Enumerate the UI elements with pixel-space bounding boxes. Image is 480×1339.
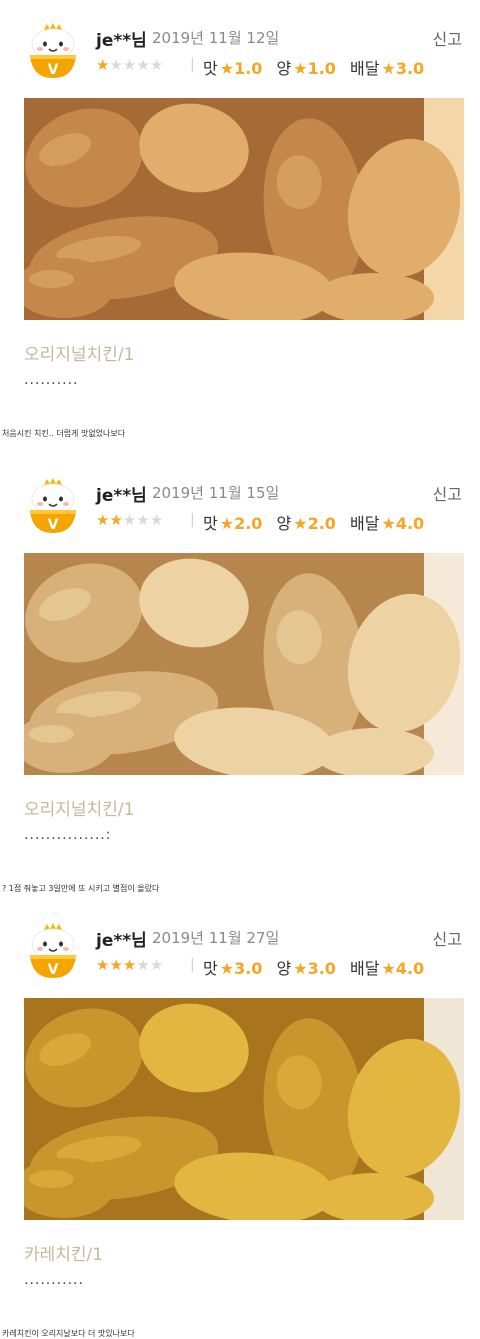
chicken-photo-image [24, 553, 464, 775]
review-date: 2019년 11월 12일 [152, 29, 280, 47]
report-button[interactable]: 신고 [433, 926, 462, 950]
delivery-label: 배달 [350, 514, 380, 533]
star-empty-icon: ★ [149, 956, 164, 974]
star-icon: ★ [381, 59, 396, 78]
review-text: ........... [24, 1272, 84, 1288]
star-empty-icon: ★ [109, 56, 123, 74]
review-card: V je**님 2019년 11월 27일 신고 ★★★★★ | 맛 ★3.0 양… [0, 900, 480, 1338]
amount-label: 양 [276, 514, 292, 533]
review-text: ...............: [24, 827, 112, 843]
review-photo[interactable] [24, 998, 464, 1220]
delivery-label: 배달 [350, 59, 380, 78]
star-filled-icon: ★ [96, 56, 110, 74]
star-filled-icon: ★ [96, 956, 110, 974]
star-rating: ★★★★★ [96, 56, 163, 74]
svg-text:V: V [48, 962, 59, 978]
taste-label: 맛 [203, 59, 218, 78]
star-icon: ★ [293, 514, 308, 533]
score-summary: 맛 ★1.0 양 ★1.0 배달 ★3.0 [203, 55, 433, 79]
amount-score: 2.0 [307, 514, 336, 533]
star-icon: ★ [293, 59, 308, 78]
star-filled-icon: ★ [122, 956, 137, 974]
review-card: V je**님 2019년 11월 15일 신고 ★★★★★ | 맛 ★2.0 양… [0, 455, 480, 905]
review-photo[interactable] [24, 553, 464, 775]
divider: | [190, 957, 195, 973]
review-text: .......... [24, 372, 79, 388]
taste-label: 맛 [203, 514, 218, 533]
star-icon: ★ [381, 959, 396, 978]
star-empty-icon: ★ [136, 956, 150, 974]
divider: | [190, 57, 195, 73]
amount-label: 양 [276, 59, 292, 78]
avatar-icon: V [30, 478, 76, 533]
star-icon: ★ [381, 514, 396, 533]
star-rating: ★★★★★ [96, 511, 163, 529]
star-empty-icon: ★ [122, 511, 137, 529]
delivery-score: 3.0 [395, 59, 425, 78]
avatar: V [28, 477, 78, 535]
taste-score: 3.0 [234, 959, 263, 978]
nickname: je**님 [96, 31, 147, 51]
review-card: V je**님 2019년 11월 12일 신고 ★★★★★ | 맛 ★1.0 양… [0, 0, 480, 450]
divider: | [190, 512, 195, 528]
menu-name: 오리지널치킨/1 [24, 800, 135, 820]
taste-score: 1.0 [234, 59, 263, 78]
caption-text: 처음시킨 치킨.. 더럽게 맛없었나보다 [2, 429, 126, 438]
chicken-photo-image [24, 98, 464, 320]
score-summary: 맛 ★2.0 양 ★2.0 배달 ★4.0 [203, 510, 433, 534]
star-filled-icon: ★ [109, 956, 123, 974]
amount-score: 3.0 [307, 959, 336, 978]
report-button[interactable]: 신고 [433, 26, 462, 50]
score-summary: 맛 ★3.0 양 ★3.0 배달 ★4.0 [203, 955, 433, 979]
amount-label: 양 [276, 959, 292, 978]
caption-text: 카레치킨이 오리지날보다 더 맛있나보다 [2, 1329, 135, 1338]
review-date: 2019년 11월 15일 [152, 484, 280, 502]
svg-text:V: V [48, 62, 59, 78]
avatar: V [28, 922, 78, 980]
star-empty-icon: ★ [122, 56, 137, 74]
avatar: V [28, 22, 78, 80]
star-empty-icon: ★ [136, 56, 150, 74]
svg-text:V: V [48, 517, 59, 533]
delivery-score: 4.0 [395, 959, 425, 978]
menu-name: 카레치킨/1 [24, 1245, 104, 1265]
chicken-photo-image [24, 998, 464, 1220]
star-empty-icon: ★ [149, 56, 164, 74]
avatar-icon: V [30, 923, 76, 978]
report-button[interactable]: 신고 [433, 481, 462, 505]
star-icon: ★ [293, 959, 308, 978]
nickname: je**님 [96, 486, 147, 506]
caption-text: ? 1점 줘놓고 3일만에 또 시키고 별점이 올랐다 [2, 884, 160, 893]
taste-score: 2.0 [234, 514, 263, 533]
taste-label: 맛 [203, 959, 218, 978]
star-filled-icon: ★ [96, 511, 110, 529]
star-empty-icon: ★ [136, 511, 150, 529]
menu-name: 오리지널치킨/1 [24, 345, 135, 365]
review-photo[interactable] [24, 98, 464, 320]
star-rating: ★★★★★ [96, 956, 163, 974]
star-icon: ★ [219, 514, 235, 533]
avatar-icon: V [30, 23, 76, 78]
delivery-score: 4.0 [395, 514, 425, 533]
amount-score: 1.0 [307, 59, 336, 78]
star-filled-icon: ★ [109, 511, 123, 529]
star-icon: ★ [219, 959, 235, 978]
delivery-label: 배달 [350, 959, 380, 978]
nickname: je**님 [96, 931, 147, 951]
star-empty-icon: ★ [149, 511, 164, 529]
review-date: 2019년 11월 27일 [152, 929, 280, 947]
star-icon: ★ [219, 59, 235, 78]
